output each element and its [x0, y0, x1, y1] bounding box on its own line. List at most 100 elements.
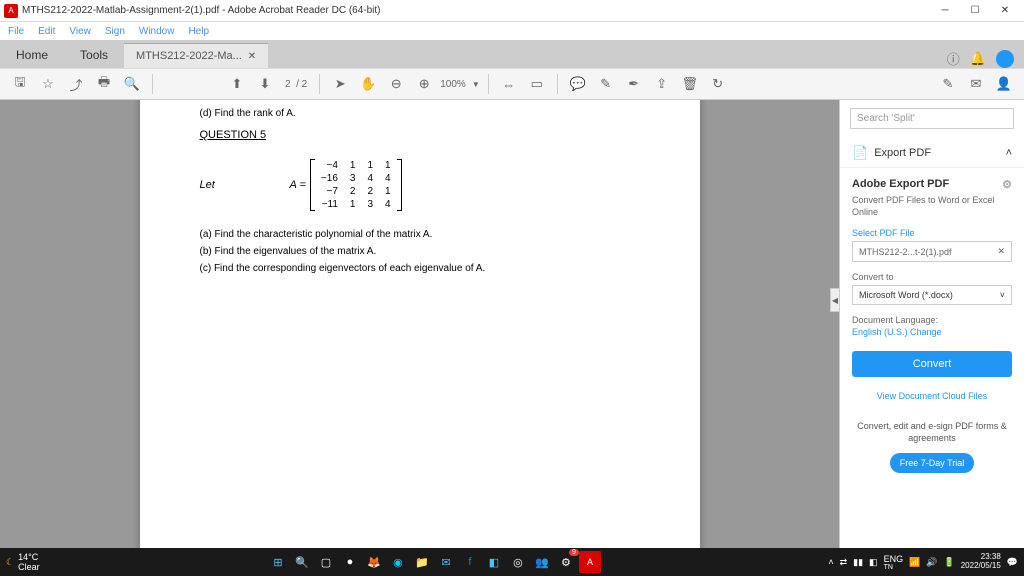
menu-sign[interactable]: Sign: [105, 26, 125, 37]
chevron-up-icon: ˄: [1006, 147, 1012, 159]
text-prev-question: (d) Find the rank of A.: [200, 108, 640, 119]
fit-page-icon[interactable]: ▭: [525, 72, 549, 96]
menu-edit[interactable]: Edit: [38, 26, 55, 37]
zoom-level[interactable]: 100%: [440, 79, 466, 90]
export-pdf-label: Export PDF: [874, 147, 931, 159]
tab-home[interactable]: Home: [0, 42, 64, 68]
convert-format-value: Microsoft Word (*.docx): [859, 290, 953, 300]
more-tools-icon[interactable]: 👤: [992, 72, 1016, 96]
tab-document[interactable]: MTHS212-2022-Ma... ✕: [124, 43, 268, 68]
tray-notif-icon[interactable]: 💬: [1007, 557, 1018, 568]
stamp-icon[interactable]: ⇪: [650, 72, 674, 96]
selected-file[interactable]: MTHS212-2...t-2(1).pdf ✕: [852, 241, 1012, 262]
weather-icon: ☾: [6, 557, 14, 568]
page-down-icon[interactable]: ⬇: [253, 72, 277, 96]
taskbar-mail-icon[interactable]: ✉: [435, 551, 457, 573]
text-aeq: A =: [290, 179, 306, 191]
print-icon[interactable]: 🖶: [92, 72, 116, 96]
document-cloud-link[interactable]: View Document Cloud Files: [852, 391, 1012, 401]
taskbar-teams-icon[interactable]: 👥: [531, 551, 553, 573]
highlight-icon[interactable]: ✎: [594, 72, 618, 96]
nav-right-button[interactable]: ◀: [830, 288, 840, 312]
pdf-page: (d) Find the rank of A. QUESTION 5 Let A…: [140, 100, 700, 548]
tray-clock[interactable]: 23:38 2022/05/15: [961, 553, 1001, 571]
zoom-dropdown-icon[interactable]: ▼: [472, 80, 480, 89]
export-pdf-icon: 📄: [852, 145, 868, 161]
panel-search-input[interactable]: Search 'Split': [850, 108, 1014, 129]
zoom-out-icon[interactable]: ⊖: [384, 72, 408, 96]
convert-button[interactable]: Convert: [852, 351, 1012, 377]
tray-battery-icon[interactable]: ▮▮: [853, 557, 863, 568]
page-current[interactable]: 2: [285, 79, 291, 90]
upload-cloud-icon[interactable]: ⤴: [64, 72, 88, 96]
panel-title: Adobe Export PDF: [852, 178, 949, 191]
taskbar-explorer-icon[interactable]: 📁: [411, 551, 433, 573]
export-pdf-header[interactable]: 📄 Export PDF ˄: [840, 139, 1024, 168]
hand-icon[interactable]: ✋: [356, 72, 380, 96]
taskbar-settings-icon[interactable]: ⚙: [555, 551, 577, 573]
promo-text: Convert, edit and e-sign PDF forms & agr…: [852, 421, 1012, 444]
tray-wifi-icon[interactable]: 📶: [909, 557, 920, 568]
tray-chevron-icon[interactable]: ˄: [828, 557, 833, 567]
free-trial-button[interactable]: Free 7-Day Trial: [890, 453, 975, 473]
star-icon[interactable]: ☆: [36, 72, 60, 96]
sign-icon[interactable]: ✒: [622, 72, 646, 96]
page-up-icon[interactable]: ⬆: [225, 72, 249, 96]
pointer-icon[interactable]: ➤: [328, 72, 352, 96]
help-icon[interactable]: ⓘ: [947, 49, 960, 68]
taskbar-search-icon[interactable]: 🔍: [291, 551, 313, 573]
tab-tools[interactable]: Tools: [64, 42, 124, 68]
tray-language[interactable]: ENG TN: [884, 554, 904, 571]
save-icon[interactable]: 🖫: [8, 72, 32, 96]
taskbar-facebook-icon[interactable]: f: [459, 551, 481, 573]
lang-value[interactable]: English (U.S.) Change: [852, 327, 1012, 337]
question-b: (b) Find the eigenvalues of the matrix A…: [200, 244, 640, 260]
edit-tool-icon[interactable]: ✎: [936, 72, 960, 96]
refresh-icon[interactable]: ↻: [706, 72, 730, 96]
tray-icon-1[interactable]: ⇄: [840, 557, 848, 568]
tab-document-label: MTHS212-2022-Ma...: [136, 50, 242, 62]
taskbar-start-icon[interactable]: ⊞: [267, 551, 289, 573]
weather-temp: 14°C: [18, 552, 40, 562]
tools-panel: Search 'Split' 📄 Export PDF ˄ Adobe Expo…: [839, 100, 1024, 548]
select-file-label: Select PDF File: [852, 228, 1012, 238]
tray-power-icon[interactable]: 🔋: [944, 557, 955, 568]
delete-icon[interactable]: 🗑: [678, 72, 702, 96]
taskbar-firefox-icon[interactable]: 🦊: [363, 551, 385, 573]
app-icon: A: [4, 4, 18, 18]
minimize-button[interactable]: ─: [930, 0, 960, 22]
taskbar-app-2[interactable]: ◧: [483, 551, 505, 573]
taskbar-edge-icon[interactable]: ◉: [387, 551, 409, 573]
lang-label: Document Language:: [852, 315, 1012, 325]
share-email-icon[interactable]: ✉: [964, 72, 988, 96]
tray-volume-icon[interactable]: 🔊: [926, 557, 937, 568]
selected-file-name: MTHS212-2...t-2(1).pdf: [859, 247, 952, 257]
close-button[interactable]: ✕: [990, 0, 1020, 22]
maximize-button[interactable]: ☐: [960, 0, 990, 22]
taskbar-acrobat-icon[interactable]: A: [579, 551, 601, 573]
tab-close-icon[interactable]: ✕: [248, 51, 256, 62]
text-let: Let: [200, 179, 290, 191]
chevron-down-icon: ˅: [1000, 290, 1005, 300]
panel-settings-icon[interactable]: ⚙: [1002, 178, 1012, 191]
menu-help[interactable]: Help: [188, 26, 209, 37]
menu-file[interactable]: File: [8, 26, 24, 37]
account-avatar[interactable]: [996, 50, 1014, 68]
document-viewport[interactable]: (d) Find the rank of A. QUESTION 5 Let A…: [0, 100, 839, 548]
comment-icon[interactable]: 💬: [566, 72, 590, 96]
tray-icon-2[interactable]: ◧: [869, 557, 878, 568]
taskbar-app-3[interactable]: ◎: [507, 551, 529, 573]
menu-window[interactable]: Window: [139, 26, 175, 37]
taskbar-app-1[interactable]: ●: [339, 551, 361, 573]
zoom-in-icon[interactable]: ⊕: [412, 72, 436, 96]
menu-view[interactable]: View: [69, 26, 91, 37]
question-title: QUESTION 5: [200, 129, 640, 141]
taskbar-taskview-icon[interactable]: ▢: [315, 551, 337, 573]
notifications-icon[interactable]: 🔔: [970, 51, 986, 67]
search-icon[interactable]: 🔍: [120, 72, 144, 96]
taskbar-weather[interactable]: ☾ 14°C Clear: [6, 552, 40, 572]
fit-width-icon[interactable]: ⇔: [497, 72, 521, 96]
clear-file-icon[interactable]: ✕: [997, 246, 1005, 257]
convert-format-select[interactable]: Microsoft Word (*.docx) ˅: [852, 285, 1012, 305]
question-a: (a) Find the characteristic polynomial o…: [200, 227, 640, 243]
